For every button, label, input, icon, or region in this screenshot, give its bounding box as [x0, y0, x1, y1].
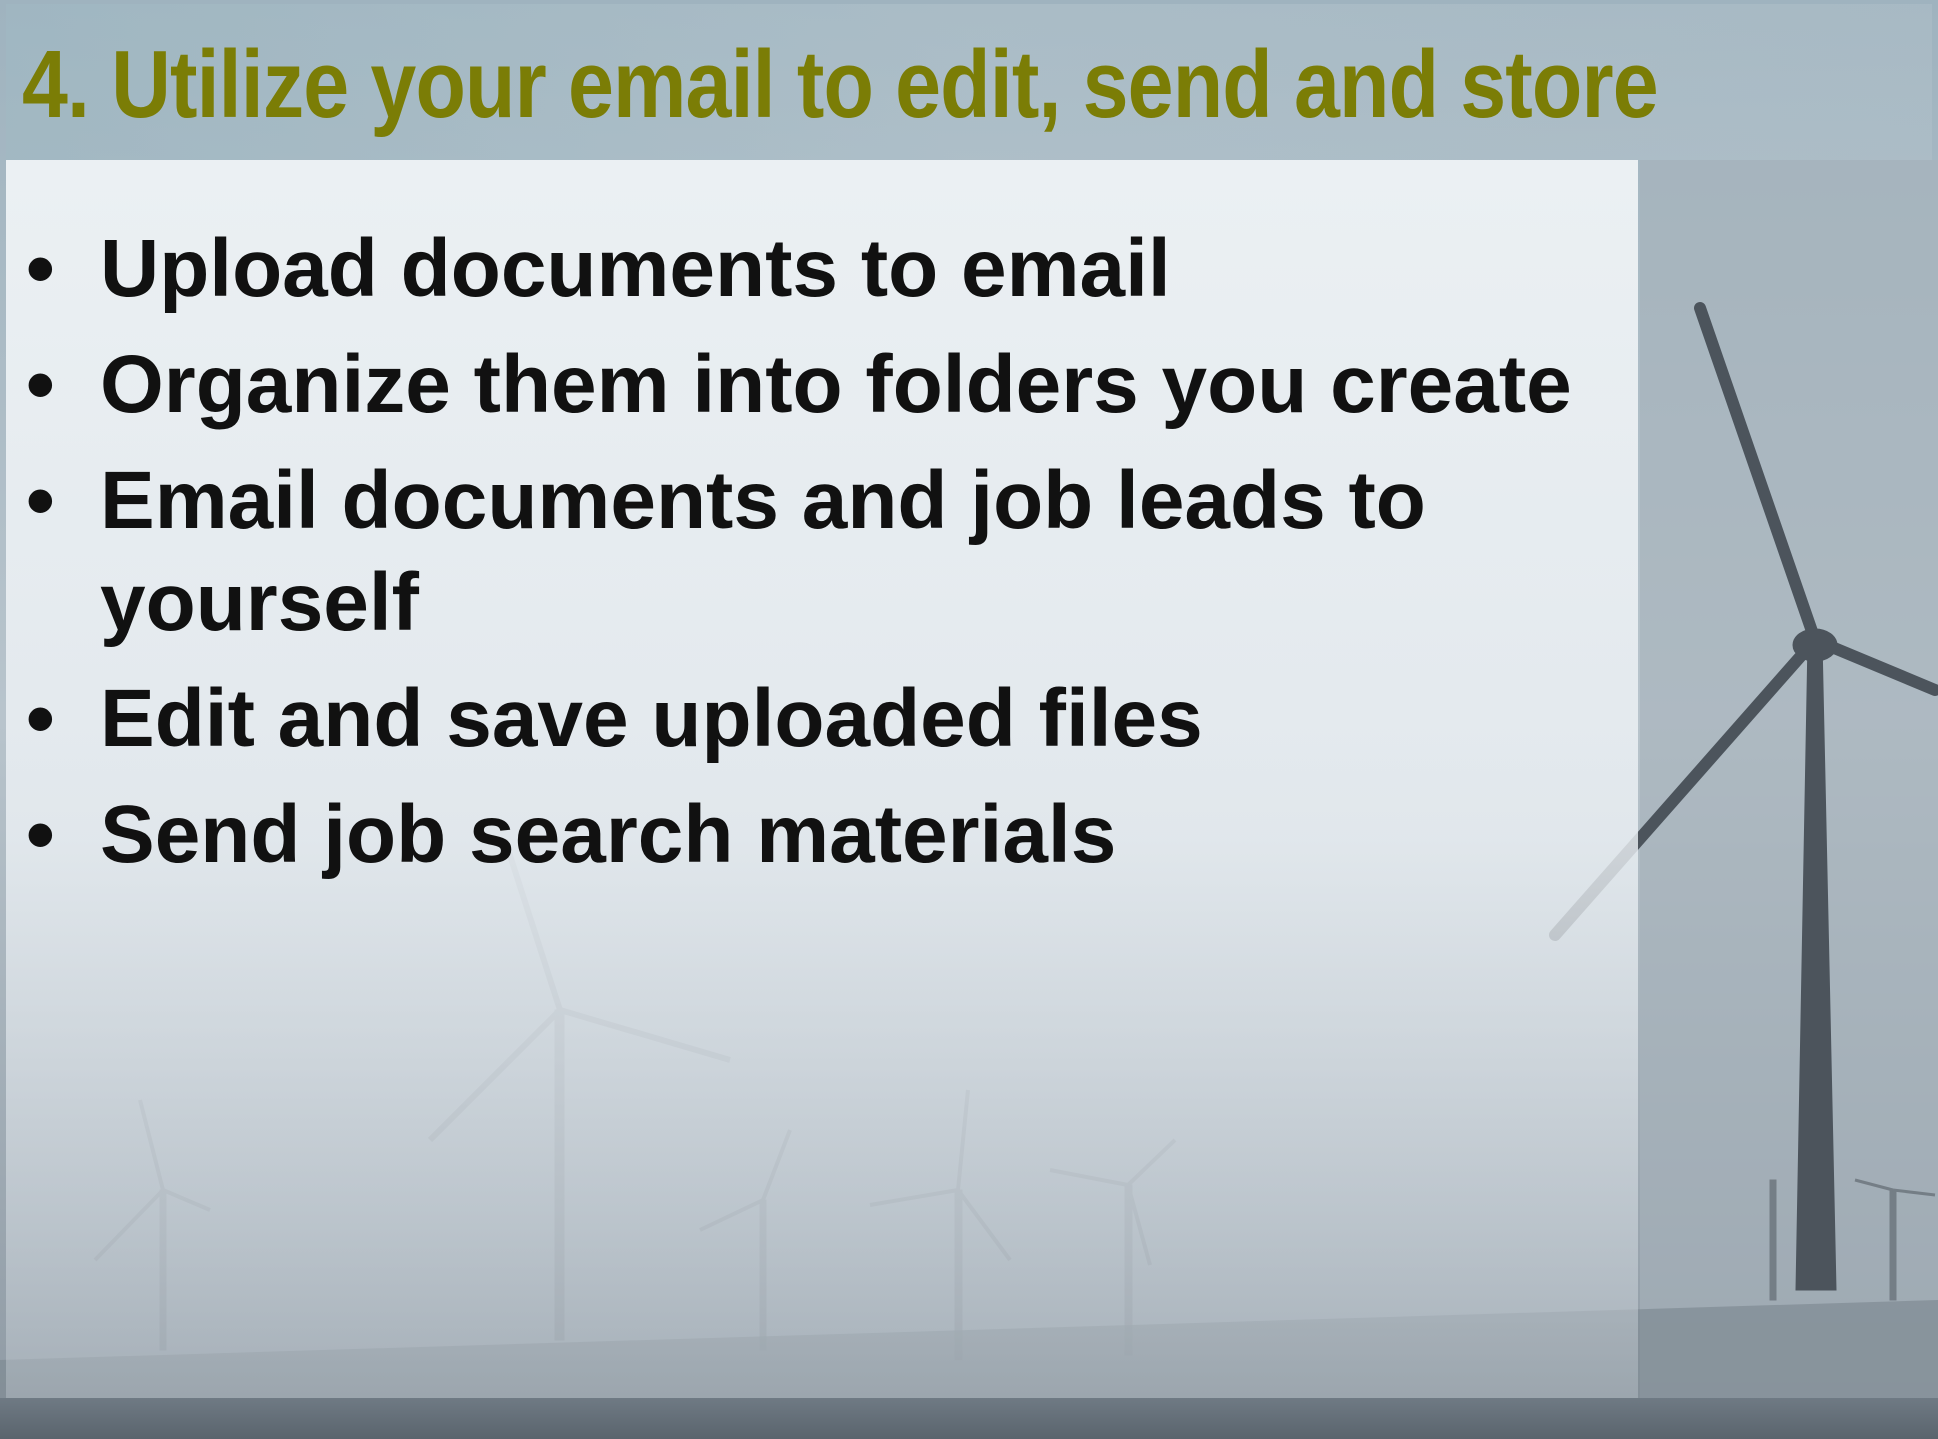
bullet-item: • Edit and save uploaded files: [0, 668, 1620, 770]
slide-title: 4. Utilize your email to edit, send and …: [22, 31, 1659, 138]
bullet-icon: •: [26, 339, 55, 430]
bullet-icon: •: [26, 673, 55, 764]
bullet-text: Send job search materials: [100, 789, 1117, 880]
bullet-text: Upload documents to email: [100, 223, 1171, 314]
bullet-icon: •: [26, 455, 55, 546]
bullet-text: Email documents and job leads to yoursel…: [100, 455, 1426, 648]
slide: 4. Utilize your email to edit, send and …: [0, 0, 1938, 1439]
bullet-icon: •: [26, 789, 55, 880]
bullet-icon: •: [26, 223, 55, 314]
bottom-strip: [0, 1398, 1938, 1439]
bullet-item: • Email documents and job leads to yours…: [0, 450, 1620, 654]
bullet-text: Organize them into folders you create: [100, 339, 1572, 430]
bullet-list: • Upload documents to email • Organize t…: [0, 218, 1620, 900]
bullet-text: Edit and save uploaded files: [100, 673, 1203, 764]
bullet-item: • Organize them into folders you create: [0, 334, 1620, 436]
bullet-item: • Upload documents to email: [0, 218, 1620, 320]
bullet-item: • Send job search materials: [0, 784, 1620, 886]
